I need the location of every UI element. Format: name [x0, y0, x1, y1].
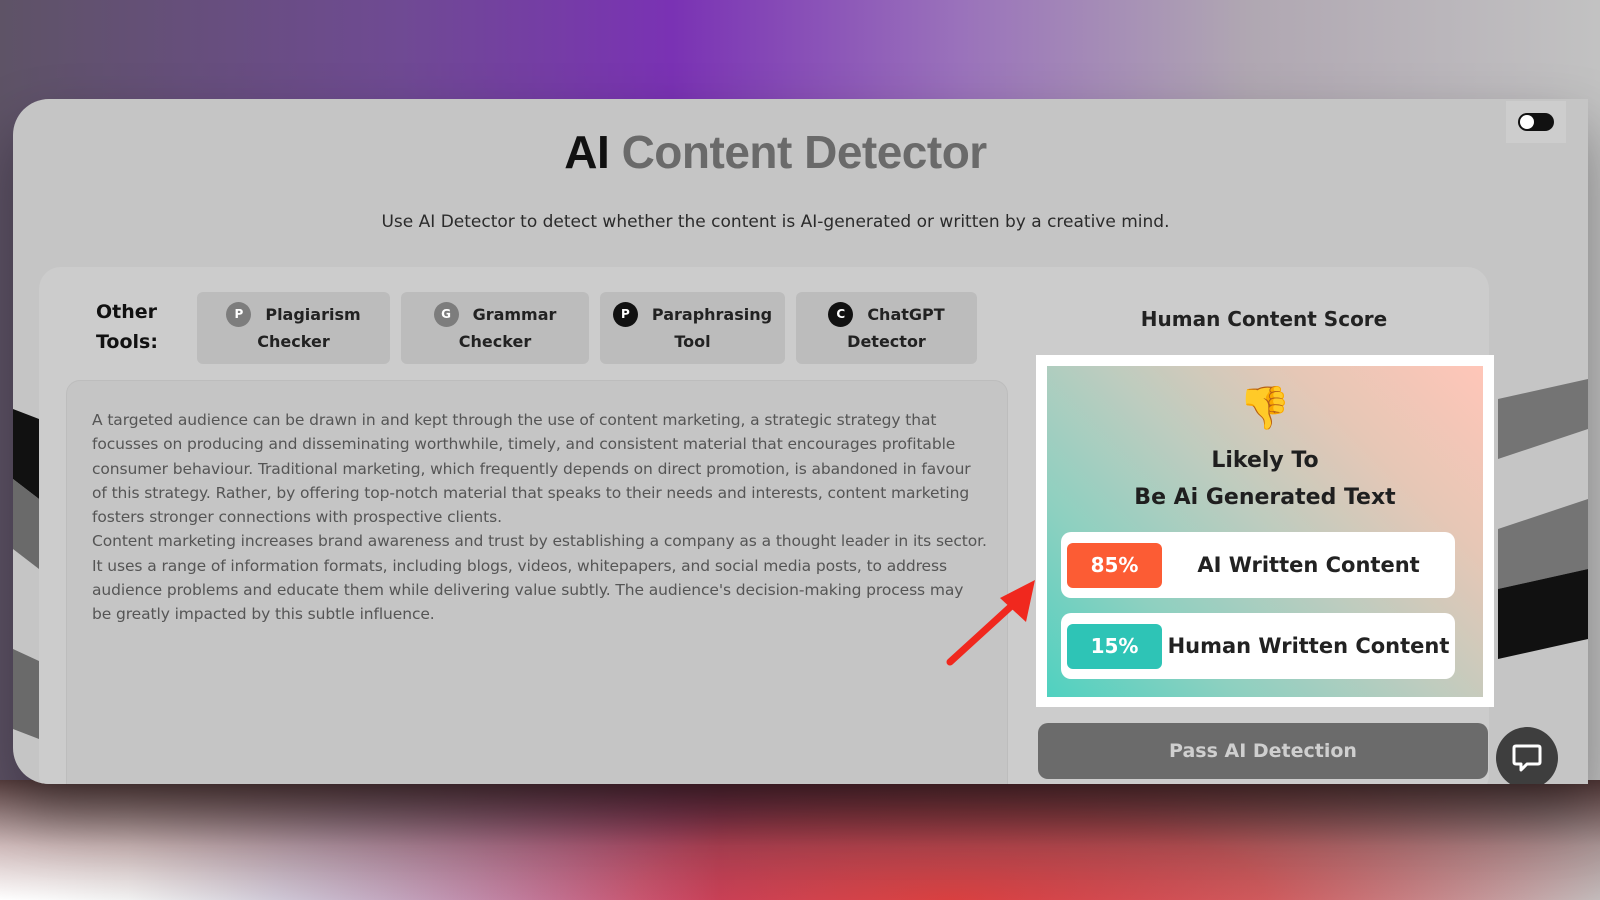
ai-written-label: AI Written Content — [1197, 553, 1420, 577]
content-paragraph: A targeted audience can be drawn in and … — [92, 411, 971, 527]
tool-grammar-checker[interactable]: G Grammar Checker — [401, 292, 589, 364]
other-tools-label-line1: Other — [96, 301, 158, 323]
background-bottom — [0, 780, 1600, 900]
grammar-letter-icon: G — [433, 302, 459, 327]
tool-label-line1: Grammar — [472, 305, 557, 324]
other-tools-label: Other Tools: — [96, 297, 176, 357]
human-written-result: 15% Human Written Content — [1061, 613, 1455, 679]
chat-bubble-icon — [1512, 744, 1542, 772]
decorative-stripes-left — [13, 409, 39, 739]
tool-label-line2: Detector — [847, 332, 926, 351]
detector-panel: Other Tools: P Plagiarism Checker G Gramma… — [39, 267, 1494, 784]
verdict-text: Likely To Be Ai Generated Text — [1047, 442, 1483, 516]
plagiarism-letter-icon: P — [226, 302, 252, 327]
tool-plagiarism-checker[interactable]: P Plagiarism Checker — [197, 292, 390, 364]
human-written-label: Human Written Content — [1167, 634, 1450, 658]
red-arrow-icon — [946, 580, 1035, 666]
theme-toggle[interactable] — [1506, 101, 1566, 143]
score-frame: 👎 Likely To Be Ai Generated Text 85% AI … — [1036, 355, 1494, 707]
app-window: AI Content Detector Use AI Detector to d… — [13, 99, 1588, 784]
tool-label-line1: Plagiarism — [265, 305, 361, 324]
toggle-icon[interactable] — [1518, 113, 1554, 131]
thumbs-down-icon: 👎 — [1238, 383, 1292, 432]
page-subtitle: Use AI Detector to detect whether the co… — [381, 212, 1170, 232]
page-title: AI Content Detector — [13, 125, 1538, 179]
ai-percent-badge: 85% — [1067, 542, 1162, 588]
ai-written-result: 85% AI Written Content — [1061, 532, 1455, 598]
score-title: Human Content Score — [1140, 307, 1388, 331]
tool-label-line1: ChatGPT — [867, 305, 945, 324]
score-card: 👎 Likely To Be Ai Generated Text 85% AI … — [1047, 366, 1483, 697]
decorative-stripes-right — [1498, 379, 1588, 659]
tool-label-line2: Checker — [257, 332, 330, 351]
tool-label-line2: Checker — [458, 332, 532, 351]
tool-chatgpt-detector[interactable]: C ChatGPT Detector — [796, 292, 977, 364]
verdict-line1: Likely To — [1211, 448, 1319, 473]
tool-paraphrasing-tool[interactable]: P Paraphrasing Tool — [600, 292, 785, 364]
verdict-line2: Be Ai Generated Text — [1134, 485, 1396, 510]
toggle-knob — [1520, 115, 1534, 129]
tool-label-line2: Tool — [674, 332, 711, 351]
pass-ai-detection-button[interactable]: Pass AI Detection — [1038, 723, 1488, 779]
title-rest: Content Detector — [621, 126, 988, 178]
chat-button[interactable] — [1496, 727, 1558, 784]
content-input[interactable]: A targeted audience can be drawn in and … — [66, 380, 1008, 784]
content-paragraph: Content marketing increases brand awaren… — [92, 532, 987, 624]
other-tools-label-line2: Tools: — [96, 331, 158, 353]
tool-label-line1: Paraphrasing — [651, 305, 773, 324]
title-strong: AI — [564, 126, 610, 178]
chatgpt-letter-icon: C — [828, 302, 854, 327]
human-percent-badge: 15% — [1067, 623, 1162, 669]
paraphrasing-letter-icon: P — [612, 302, 638, 327]
